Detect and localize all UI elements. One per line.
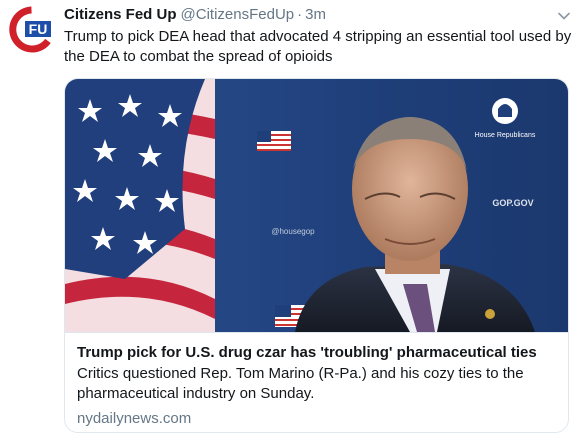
card-domain[interactable]: nydailynews.com bbox=[77, 409, 191, 429]
timestamp[interactable]: 3m bbox=[305, 6, 326, 23]
tweet-menu-button[interactable] bbox=[556, 8, 572, 24]
card-image[interactable]: House Republicans GOP.GOV @housegop bbox=[65, 79, 568, 332]
tweet[interactable]: FU Citizens Fed Up @CitizensFedUp · 3m Trum… bbox=[0, 0, 582, 439]
american-flag bbox=[65, 79, 215, 332]
avatar-logo-text: FU bbox=[29, 21, 48, 37]
card-photo: House Republicans GOP.GOV @housegop bbox=[65, 79, 568, 332]
card-body[interactable]: Trump pick for U.S. drug czar has 'troub… bbox=[65, 332, 568, 432]
backdrop-logo-text: House Republicans bbox=[475, 132, 536, 139]
link-card[interactable]: House Republicans GOP.GOV @housegop Trum… bbox=[64, 78, 569, 433]
card-description: Critics questioned Rep. Tom Marino (R-Pa… bbox=[77, 365, 524, 402]
avatar[interactable]: FU bbox=[8, 6, 55, 53]
handle[interactable]: @CitizensFedUp bbox=[181, 6, 295, 23]
backdrop-url-text: GOP.GOV bbox=[492, 198, 533, 208]
citizens-fed-up-logo: FU bbox=[8, 6, 55, 53]
display-name[interactable]: Citizens Fed Up bbox=[64, 6, 177, 23]
separator: · bbox=[297, 6, 303, 23]
tweet-header: Citizens Fed Up @CitizensFedUp · 3m bbox=[64, 6, 326, 26]
tweet-text: Trump to pick DEA head that advocated 4 … bbox=[64, 28, 572, 65]
backdrop-flag bbox=[257, 131, 291, 151]
backdrop-handle-text: @housegop bbox=[271, 227, 315, 236]
card-title[interactable]: Trump pick for U.S. drug czar has 'troub… bbox=[77, 343, 562, 363]
chevron-down-icon bbox=[558, 12, 570, 20]
